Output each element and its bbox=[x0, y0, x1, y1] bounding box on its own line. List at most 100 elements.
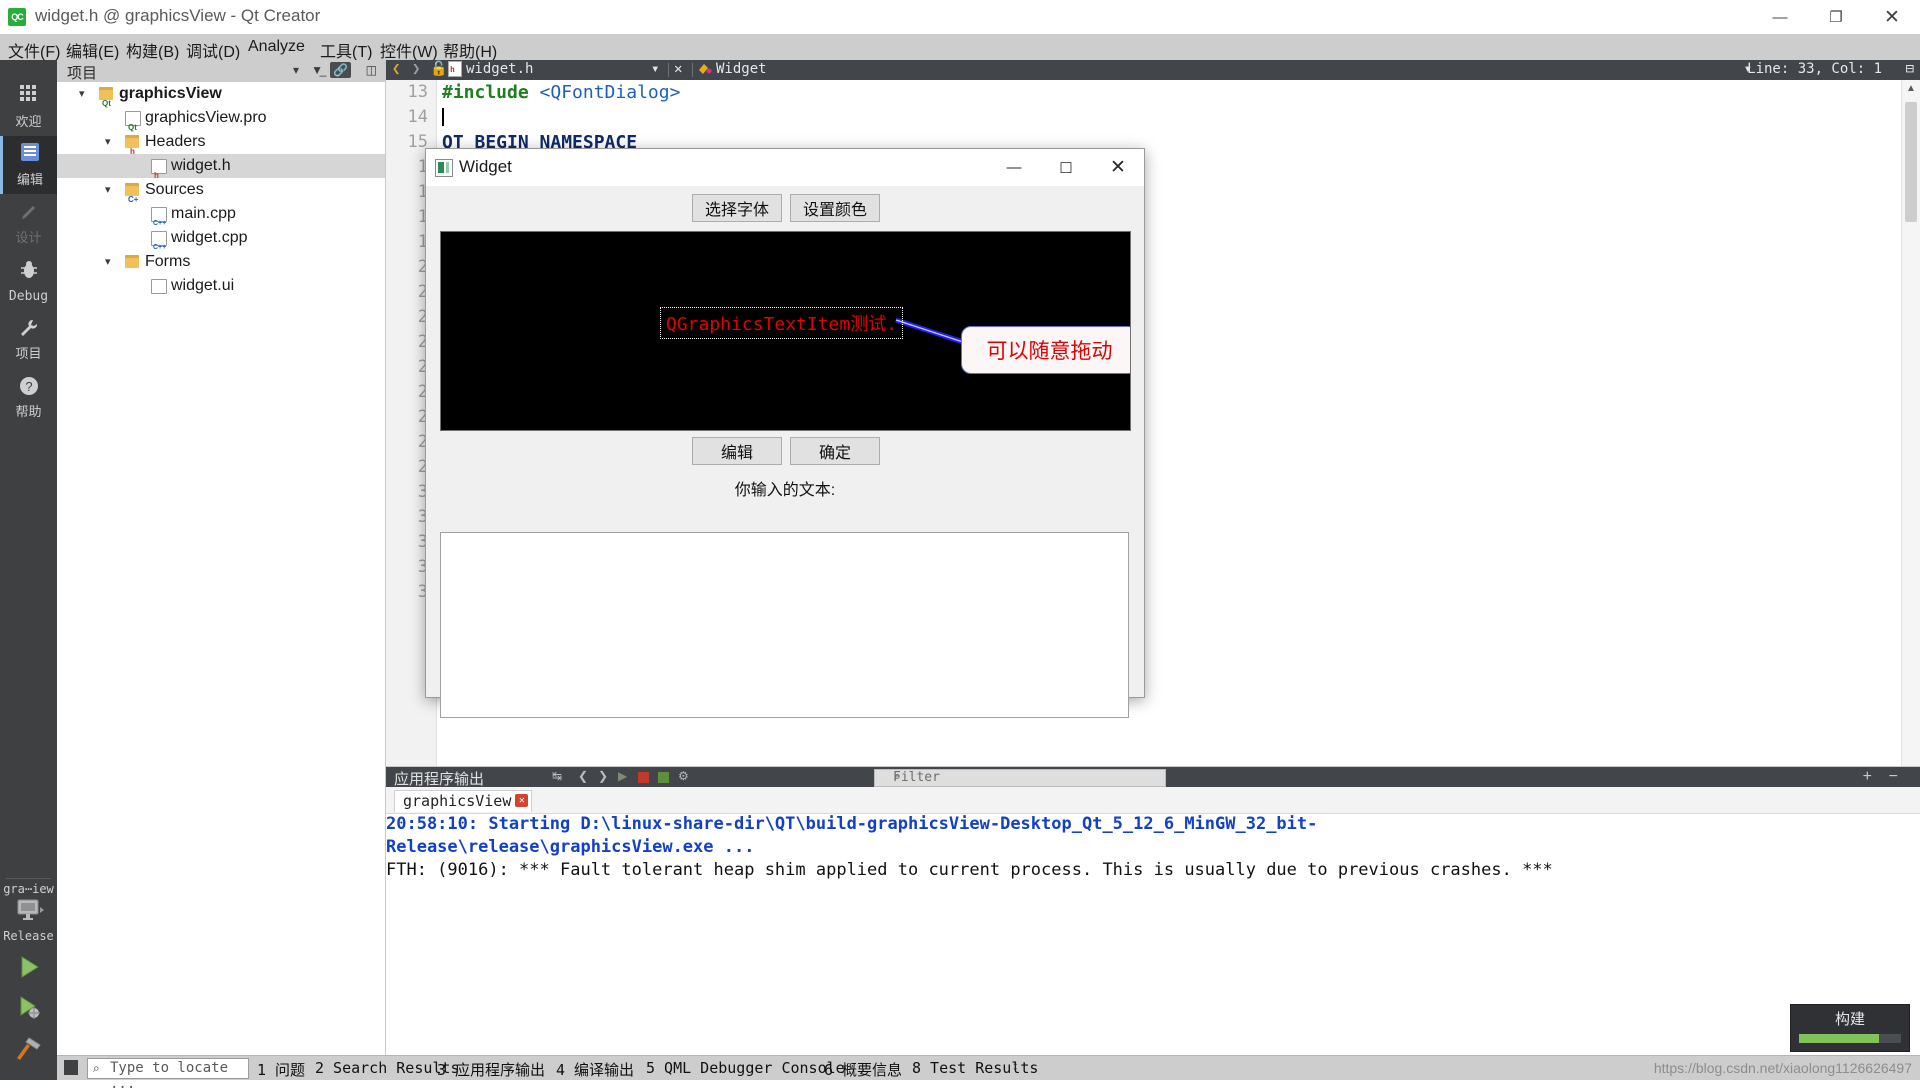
statusbar-item-appout[interactable]: 3 应用程序输出 bbox=[437, 1059, 545, 1080]
file-dropdown-icon[interactable]: ▾ bbox=[651, 61, 659, 77]
graphics-view-scene[interactable]: QGraphicsTextItem测试. 可以随意拖动 bbox=[440, 231, 1131, 431]
maximize-button[interactable]: ❐ bbox=[1808, 0, 1864, 34]
tree-item-pro-file[interactable]: Qt graphicsView.pro bbox=[57, 106, 385, 132]
statusbar-item-issues[interactable]: 1 问题 bbox=[257, 1059, 305, 1080]
tree-item-project[interactable]: ▾ Qt graphicsView bbox=[57, 82, 385, 108]
tree-item-main-cpp[interactable]: C++ main.cpp bbox=[57, 202, 385, 227]
chevron-right-icon[interactable]: ❯ bbox=[598, 769, 608, 783]
minimize-button[interactable]: — bbox=[1752, 0, 1808, 34]
split-editor-icon[interactable]: ⊟ bbox=[1906, 61, 1914, 77]
widget-app-icon bbox=[435, 159, 453, 177]
graphics-text-item[interactable]: QGraphicsTextItem测试. bbox=[660, 307, 904, 339]
active-tab-filename[interactable]: widget.h bbox=[466, 61, 533, 77]
sidebar-item-projects[interactable]: 项目 bbox=[0, 310, 57, 368]
output-pane-header: 应用程序输出 ↹ ❮ ❯ ▶ ⚙ ⌕ Filter + − bbox=[386, 767, 1920, 788]
tree-item-widget-h[interactable]: h widget.h bbox=[57, 154, 385, 180]
statusbar-item-outline[interactable]: 6 概要信息 bbox=[824, 1059, 902, 1080]
sidebar-item-help[interactable]: ? 帮助 bbox=[0, 368, 57, 426]
line-col-indicator[interactable]: Line: 33, Col: 1 bbox=[1747, 61, 1882, 77]
search-input[interactable]: ⌕ Type to locate ... bbox=[87, 1058, 249, 1092]
chevron-down-icon[interactable]: ▾ bbox=[105, 178, 111, 202]
close-button[interactable]: ✕ bbox=[1864, 0, 1920, 34]
window-titlebar: QC widget.h @ graphicsView - Qt Creator … bbox=[0, 0, 1920, 35]
chevron-down-icon[interactable]: ▾ bbox=[105, 250, 111, 274]
statusbar-item-qml[interactable]: 5 QML Debugger Console bbox=[646, 1059, 845, 1077]
chevron-left-icon[interactable]: ❮ bbox=[578, 769, 588, 783]
tree-item-widget-cpp[interactable]: C++ widget.cpp bbox=[57, 226, 385, 251]
edit-icon bbox=[3, 136, 57, 173]
menu-analyze[interactable]: Analyze bbox=[248, 38, 305, 56]
tree-item-headers[interactable]: ▾ h Headers bbox=[57, 130, 385, 156]
dialog-maximize-button[interactable]: ☐ bbox=[1040, 149, 1092, 186]
code-text[interactable]: #include <QFontDialog> QT_BEGIN_NAMESPAC… bbox=[442, 80, 1900, 155]
stop-square-icon[interactable] bbox=[638, 772, 649, 783]
split-icon[interactable]: ◫ bbox=[366, 63, 377, 77]
tree-item-sources[interactable]: ▾ C+ Sources bbox=[57, 178, 385, 204]
draggable-balloon-item[interactable]: 可以随意拖动 bbox=[961, 326, 1130, 374]
window-controls: — ❐ ✕ bbox=[1752, 0, 1920, 34]
scrollbar-thumb[interactable] bbox=[1905, 102, 1917, 222]
statusbar-item-tests[interactable]: 8 Test Results bbox=[912, 1059, 1038, 1077]
menu-debug[interactable]: 调试(D) bbox=[186, 38, 240, 62]
gear-icon[interactable]: ⚙ bbox=[678, 769, 689, 783]
build-progress-bar bbox=[1799, 1034, 1901, 1043]
project-sidebar: 项目 ▾ ▼̲ 🔗 ◫ ▾ Qt graphicsView Qt graphic… bbox=[57, 60, 386, 1080]
unlocked-icon[interactable]: 🔓 bbox=[430, 61, 447, 77]
run-button[interactable] bbox=[0, 943, 57, 986]
plus-icon[interactable]: + bbox=[1863, 768, 1872, 786]
symbol-selector[interactable]: Widget bbox=[716, 61, 767, 77]
ui-file-icon bbox=[151, 279, 167, 294]
select-font-button[interactable]: 选择字体 bbox=[692, 194, 782, 222]
build-button[interactable] bbox=[0, 1027, 57, 1080]
word-wrap-icon[interactable]: ↹ bbox=[552, 769, 562, 783]
menu-build[interactable]: 构建(B) bbox=[126, 38, 179, 62]
chevron-down-icon[interactable]: ▾ bbox=[293, 63, 299, 77]
filter-icon[interactable]: ▼̲ bbox=[311, 63, 323, 77]
statusbar: ⌕ Type to locate ... 1 问题 2 Search Resul… bbox=[57, 1055, 1920, 1092]
qt-creator-logo-icon: QC bbox=[8, 8, 26, 26]
sidebar-item-welcome[interactable]: 欢迎 bbox=[0, 78, 57, 136]
edit-button[interactable]: 编辑 bbox=[692, 437, 782, 465]
debug-button[interactable] bbox=[0, 986, 57, 1027]
dialog-close-button[interactable]: ✕ bbox=[1092, 149, 1144, 186]
rerun-icon[interactable] bbox=[658, 772, 669, 783]
minus-icon[interactable]: − bbox=[1889, 768, 1898, 786]
sidebar-item-debug[interactable]: Debug bbox=[0, 252, 57, 310]
set-color-button[interactable]: 设置颜色 bbox=[790, 194, 880, 222]
filter-input[interactable]: ⌕ Filter bbox=[874, 769, 1166, 787]
link-icon[interactable]: 🔗 bbox=[330, 62, 351, 78]
menu-edit[interactable]: 编辑(E) bbox=[66, 38, 119, 62]
text-output-area[interactable] bbox=[440, 532, 1129, 718]
folder-ui-icon bbox=[125, 255, 139, 268]
build-progress-popup[interactable]: 构建 bbox=[1790, 1004, 1910, 1052]
menu-file[interactable]: 文件(F) bbox=[8, 38, 60, 62]
sidebar-item-edit[interactable]: 编辑 bbox=[0, 136, 57, 194]
toggle-sidebar-icon[interactable] bbox=[64, 1060, 78, 1075]
menu-widgets[interactable]: 控件(W) bbox=[380, 38, 438, 62]
up-down-arrows-icon[interactable]: ↕ bbox=[1012, 1058, 1019, 1073]
output-tab-graphicsview[interactable]: graphicsView ✕ bbox=[394, 790, 533, 812]
tree-item-label: graphicsView bbox=[119, 85, 222, 102]
header-file-icon: h bbox=[448, 61, 462, 79]
window-title: widget.h @ graphicsView - Qt Creator bbox=[35, 6, 321, 25]
run-small-icon[interactable]: ▶ bbox=[618, 769, 627, 783]
divider bbox=[6, 878, 51, 879]
sidebar-item-design[interactable]: 设计 bbox=[0, 194, 57, 252]
close-icon[interactable]: ✕ bbox=[515, 794, 529, 807]
kit-selector[interactable]: gra⋯iew bbox=[0, 882, 57, 898]
close-icon[interactable]: ✕ bbox=[674, 61, 682, 77]
statusbar-item-compile[interactable]: 4 编译输出 bbox=[556, 1059, 634, 1080]
chevron-down-icon[interactable]: ▾ bbox=[79, 82, 85, 106]
sidebar-header: 项目 ▾ ▼̲ 🔗 ◫ bbox=[57, 60, 385, 82]
confirm-button[interactable]: 确定 bbox=[790, 437, 880, 465]
menu-tools[interactable]: 工具(T) bbox=[320, 38, 372, 62]
chevron-left-icon[interactable]: ❮ bbox=[392, 61, 400, 77]
target-selector[interactable] bbox=[0, 898, 57, 929]
scroll-up-icon[interactable]: ▲ bbox=[1902, 80, 1920, 98]
menu-help[interactable]: 帮助(H) bbox=[443, 38, 497, 62]
chevron-right-icon[interactable]: ❯ bbox=[412, 61, 420, 77]
tree-item-widget-ui[interactable]: widget.ui bbox=[57, 274, 385, 298]
dialog-minimize-button[interactable]: — bbox=[988, 149, 1040, 186]
tree-item-forms[interactable]: ▾ Forms bbox=[57, 250, 385, 274]
chevron-down-icon[interactable]: ▾ bbox=[105, 130, 111, 154]
